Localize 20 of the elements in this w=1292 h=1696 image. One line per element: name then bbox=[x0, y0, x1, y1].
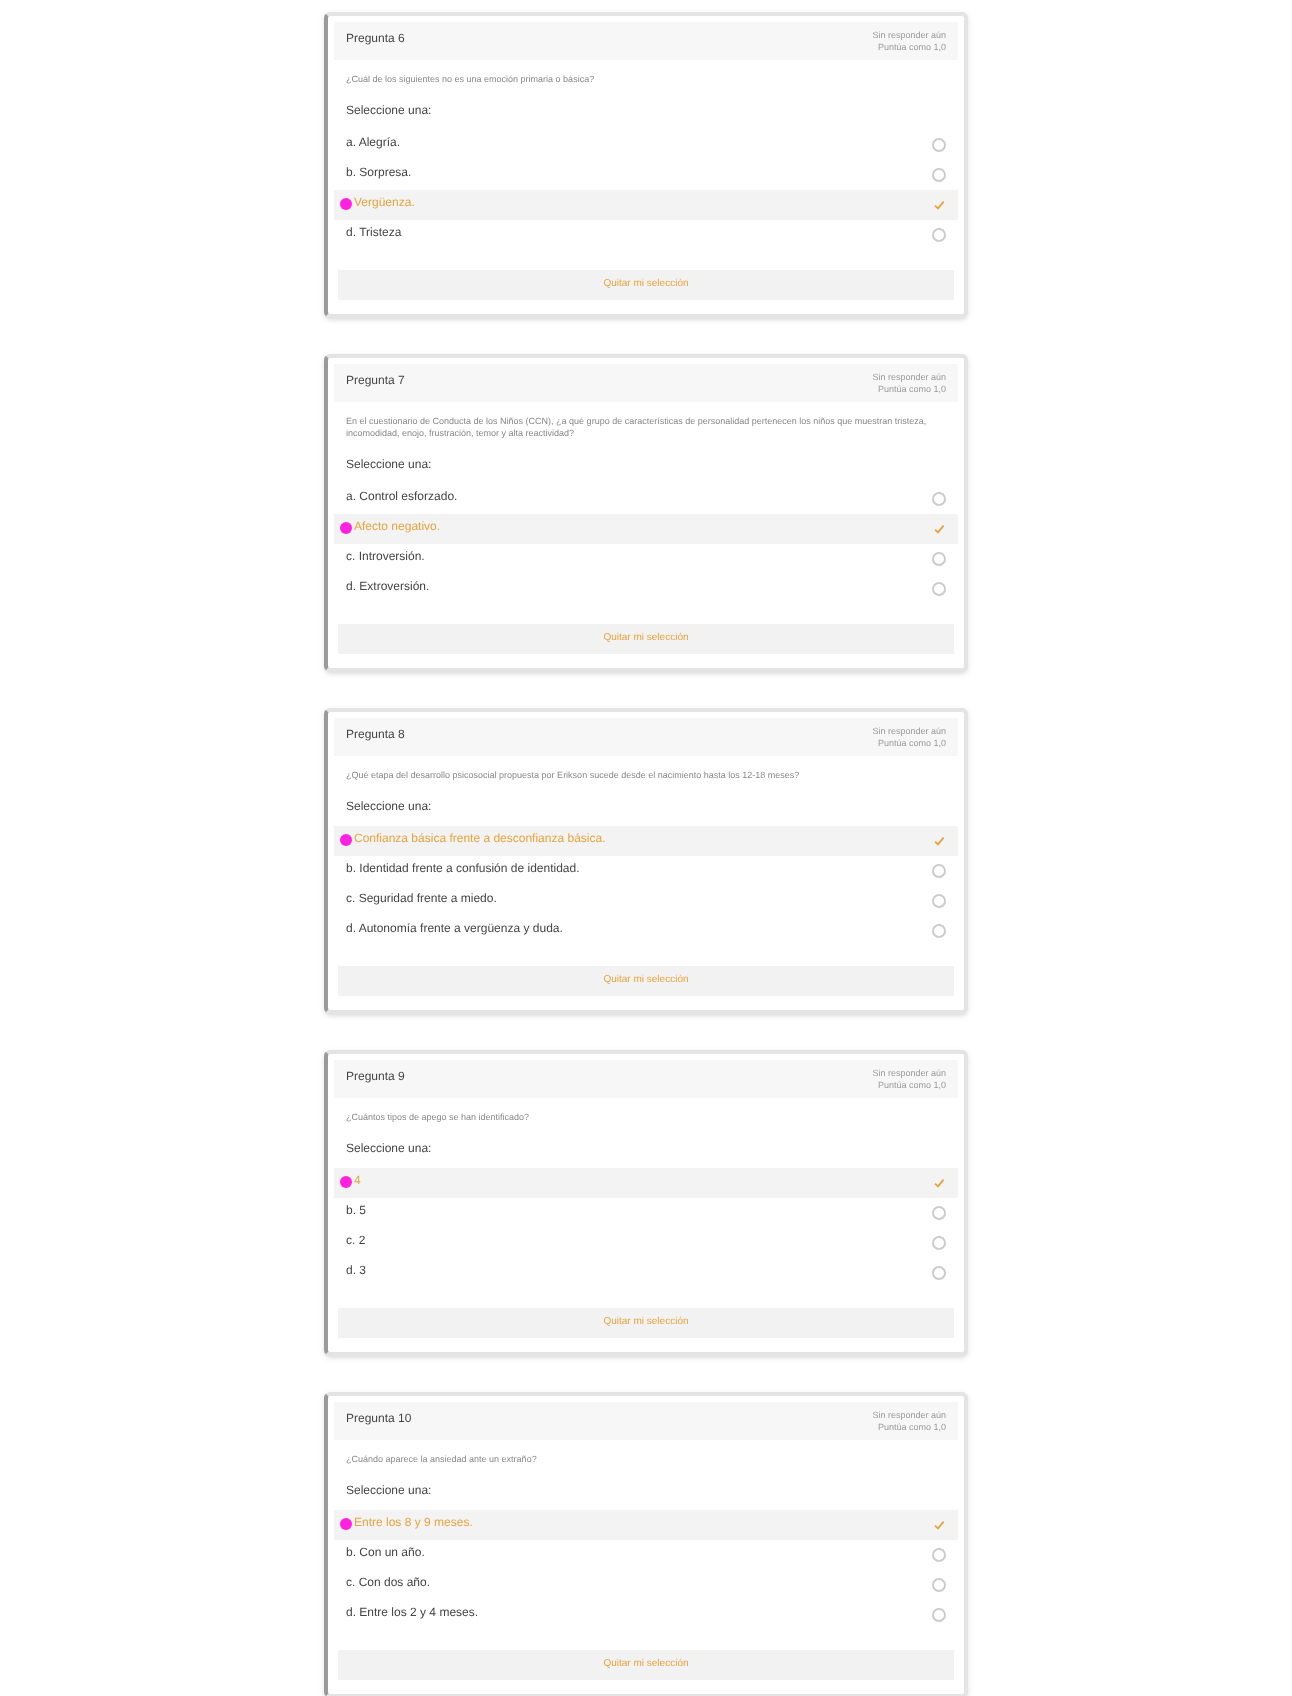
check-icon bbox=[932, 522, 946, 536]
check-icon bbox=[932, 834, 946, 848]
radio-button[interactable] bbox=[932, 228, 946, 242]
radio-button[interactable] bbox=[932, 168, 946, 182]
check-icon bbox=[932, 198, 946, 212]
check-icon bbox=[932, 1518, 946, 1532]
radio-button[interactable] bbox=[932, 864, 946, 878]
radio-button[interactable] bbox=[932, 924, 946, 938]
radio-button[interactable] bbox=[932, 492, 946, 506]
radio-button[interactable] bbox=[932, 894, 946, 908]
radio-button[interactable] bbox=[932, 1608, 946, 1622]
radio-button[interactable] bbox=[932, 582, 946, 596]
radio-button[interactable] bbox=[932, 1578, 946, 1592]
radio-button[interactable] bbox=[932, 1548, 946, 1562]
radio-button[interactable] bbox=[932, 1266, 946, 1280]
radio-button[interactable] bbox=[932, 138, 946, 152]
radio-button[interactable] bbox=[932, 552, 946, 566]
check-icon bbox=[932, 1176, 946, 1190]
radio-button[interactable] bbox=[932, 1236, 946, 1250]
radio-button[interactable] bbox=[932, 1206, 946, 1220]
